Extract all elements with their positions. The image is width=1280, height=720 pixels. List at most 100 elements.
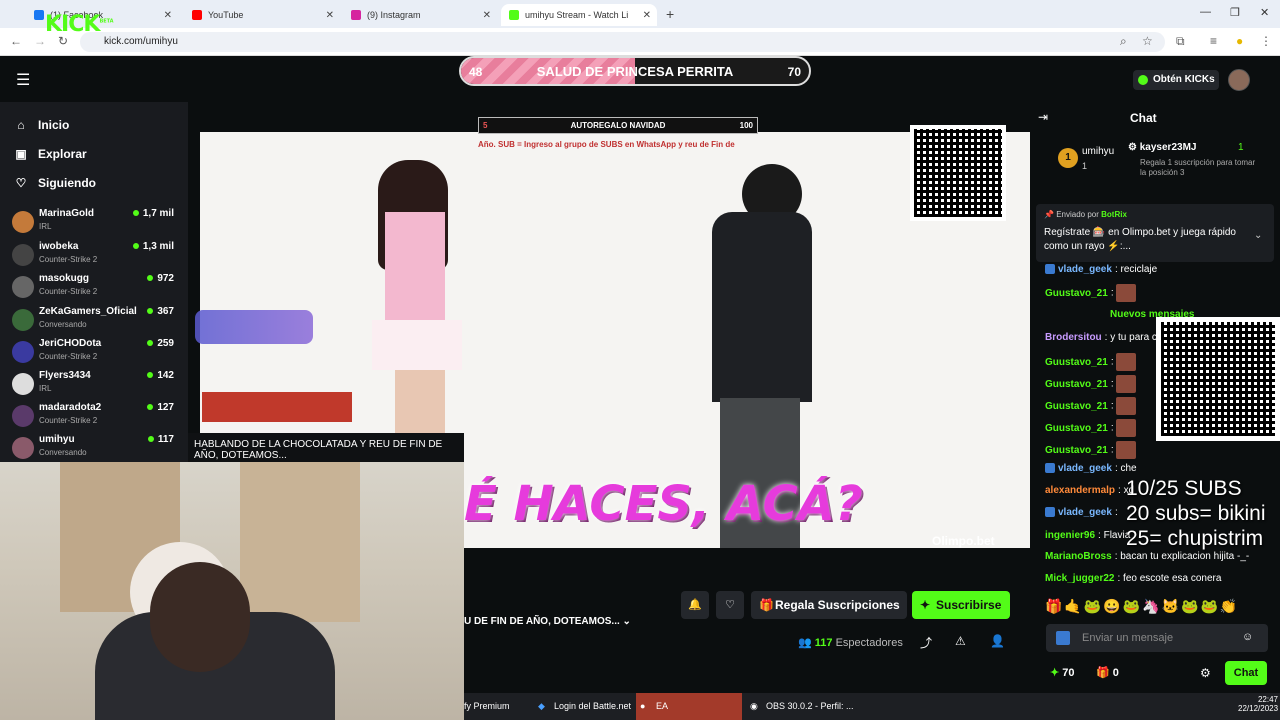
sidebar-channel[interactable]: ZeKaGamers_Oficial Conversando 367 <box>12 306 180 336</box>
person-woman-skirt <box>372 320 462 370</box>
top-gifter-count: 1 <box>1082 161 1088 171</box>
sidebar-channel[interactable]: JeriCHODota Counter-Strike 2 259 <box>12 338 180 368</box>
close-icon[interactable]: ✕ <box>164 10 172 21</box>
rank-badge: 1 <box>1058 148 1078 168</box>
report-icon[interactable]: ⚠ <box>955 634 966 648</box>
profile-icon[interactable]: ● <box>1236 34 1243 48</box>
sidebar-channel[interactable]: madaradota2 Counter-Strike 2 127 <box>12 402 180 432</box>
heart-icon: ♡ <box>15 176 27 190</box>
url-field[interactable]: kick.com/umihyu <box>80 32 1165 52</box>
gear-icon[interactable]: ⚙ <box>1200 666 1211 680</box>
emoji-icon[interactable]: ☺ <box>1242 631 1253 643</box>
avatar <box>12 244 34 266</box>
sidebar-item-label: Explorar <box>38 147 87 161</box>
avatar <box>12 276 34 298</box>
pinned-text: Regístrate 🎰 en Olimpo.bet y juega rápid… <box>1044 227 1236 252</box>
subscribe-button[interactable]: ✦ Suscribirse <box>912 591 1010 619</box>
avatar[interactable] <box>1228 69 1250 91</box>
channel-category: Counter-Strike 2 <box>39 352 98 361</box>
zoom-icon[interactable]: ⌕ <box>1120 34 1127 49</box>
chevron-down-icon[interactable]: ⌄ <box>1254 230 1262 241</box>
viewer-count: 972 <box>147 273 174 284</box>
media-icon[interactable]: ≡ <box>1210 34 1217 48</box>
chat-title: Chat <box>1130 111 1157 125</box>
chat-message-input[interactable]: Enviar un mensaje <box>1046 624 1268 652</box>
pinned-header: 📌 Enviado por BotRix <box>1044 210 1127 219</box>
viewer-count: 👥 117 Espectadores <box>798 637 903 649</box>
pinned-message: 📌 Enviado por BotRix Regístrate 🎰 en Oli… <box>1036 204 1274 262</box>
new-tab-icon[interactable]: + <box>666 6 674 22</box>
gifts-balance[interactable]: 🎁 0 <box>1096 666 1119 679</box>
clock: 22:47 22/12/2023 <box>1238 695 1279 713</box>
users-icon: 👥 <box>798 637 812 649</box>
bell-icon[interactable]: 🔔 <box>681 591 709 619</box>
heart-icon[interactable]: ♡ <box>716 591 744 619</box>
taskbar-item[interactable]: ● EA <box>636 693 742 720</box>
channel-name: MarinaGold <box>39 208 95 219</box>
avatar <box>12 211 34 233</box>
sidebar-channel[interactable]: umihyu Conversando 117 <box>12 434 180 464</box>
send-chat-button[interactable]: Chat <box>1225 661 1267 685</box>
close-icon[interactable]: ✕ <box>326 10 334 21</box>
tab-kick[interactable]: umihyu Stream - Watch Li ✕ <box>501 4 657 26</box>
sidebar-item-explorar[interactable]: ▣ Explorar <box>14 147 87 161</box>
emote-bar[interactable]: 🎁🤙🐸😀🐸🦄🐱🐸🐸👏 <box>1045 598 1275 618</box>
get-kicks-button[interactable]: Obtén KICKs <box>1133 70 1219 90</box>
share-icon[interactable]: ⤴ <box>920 634 932 651</box>
sidebar-channel[interactable]: Flyers3434 IRL 142 <box>12 370 180 400</box>
yape-qr-code <box>1156 317 1280 441</box>
channel-category: Counter-Strike 2 <box>39 287 98 296</box>
chat-message: Guustavo_21: <box>1045 375 1137 393</box>
tab-label: YouTube <box>208 10 244 20</box>
sidebar-channel[interactable]: MarinaGold IRL 1,7 mil <box>12 208 180 238</box>
kicks-balance[interactable]: ✦ 70 <box>1050 666 1075 679</box>
menu-icon[interactable]: ⋮ <box>1260 34 1272 48</box>
taskbar-item[interactable]: ◆ Login del Battle.net <box>534 693 631 720</box>
stream-title: U DE FIN DE AÑO, DOTEAMOS... ⌄ <box>464 616 631 627</box>
user-icon[interactable]: 👤 <box>990 634 1005 648</box>
goal-bar: 5 AUTOREGALO NAVIDAD 100 <box>478 117 758 134</box>
channel-name: madaradota2 <box>39 402 102 413</box>
channel-name: Flyers3434 <box>39 370 91 381</box>
channel-name: umihyu <box>39 434 75 445</box>
sponsor-logo: Olimpo.bet <box>932 534 995 548</box>
maximize-icon[interactable]: ❐ <box>1230 6 1240 19</box>
emote-icon <box>1116 441 1137 459</box>
collapse-chat-icon[interactable]: ⇥ <box>1038 110 1048 124</box>
chat-message: Guustavo_21: <box>1045 353 1137 371</box>
gift-subs-label: Regala Suscripciones <box>775 598 900 612</box>
tab-instagram[interactable]: (9) Instagram ✕ <box>343 4 497 26</box>
tab-youtube[interactable]: YouTube ✕ <box>184 4 340 26</box>
get-kicks-label: Obtén KICKs <box>1153 74 1215 85</box>
channel-name: masokugg <box>39 273 90 284</box>
sidebar-channel[interactable]: iwobeka Counter-Strike 2 1,3 mil <box>12 241 180 271</box>
health-title: SALUD DE PRINCESA PERRITA <box>536 64 734 79</box>
chevron-down-icon[interactable]: ⌄ <box>623 616 631 627</box>
taskbar-item[interactable]: ◉ OBS 30.0.2 - Perfil: ... <box>746 693 854 720</box>
minimize-icon[interactable]: — <box>1200 6 1211 18</box>
hamburger-menu-icon[interactable]: ☰ <box>16 70 30 90</box>
extensions-icon[interactable]: ⧉ <box>1176 34 1185 49</box>
sidebar-item-inicio[interactable]: ⌂ Inicio <box>14 118 69 132</box>
goal-title: AUTOREGALO NAVIDAD <box>570 121 666 130</box>
sidebar: ⌂ Inicio ▣ Explorar ♡ Siguiendo MarinaGold I… <box>0 102 188 462</box>
sidebar-item-siguiendo[interactable]: ♡ Siguiendo <box>14 176 96 190</box>
gift-subs-button[interactable]: 🎁 Regala Suscripciones <box>751 591 907 619</box>
sidebar-channel[interactable]: masokugg Counter-Strike 2 972 <box>12 273 180 303</box>
viewer-count: 1,3 mil <box>132 241 174 252</box>
viewer-count: 1,7 mil <box>132 208 174 219</box>
emote-icon <box>1116 419 1137 437</box>
close-window-icon[interactable]: ✕ <box>1260 6 1269 19</box>
taskbar-item[interactable]: fy Premium <box>464 693 510 720</box>
home-icon: ⌂ <box>17 118 25 132</box>
close-icon[interactable]: ✕ <box>643 10 651 21</box>
kick-logo[interactable]: KICKBETA <box>45 12 114 37</box>
bookmark-icon[interactable]: ☆ <box>1142 34 1153 48</box>
back-icon[interactable]: ← <box>10 34 22 48</box>
channel-name: JeriCHODota <box>39 338 102 349</box>
close-icon[interactable]: ✕ <box>483 10 491 21</box>
channel-category: IRL <box>39 222 52 231</box>
tab-label: (9) Instagram <box>367 10 421 20</box>
instagram-icon <box>351 10 361 20</box>
qr-code <box>910 125 1006 221</box>
